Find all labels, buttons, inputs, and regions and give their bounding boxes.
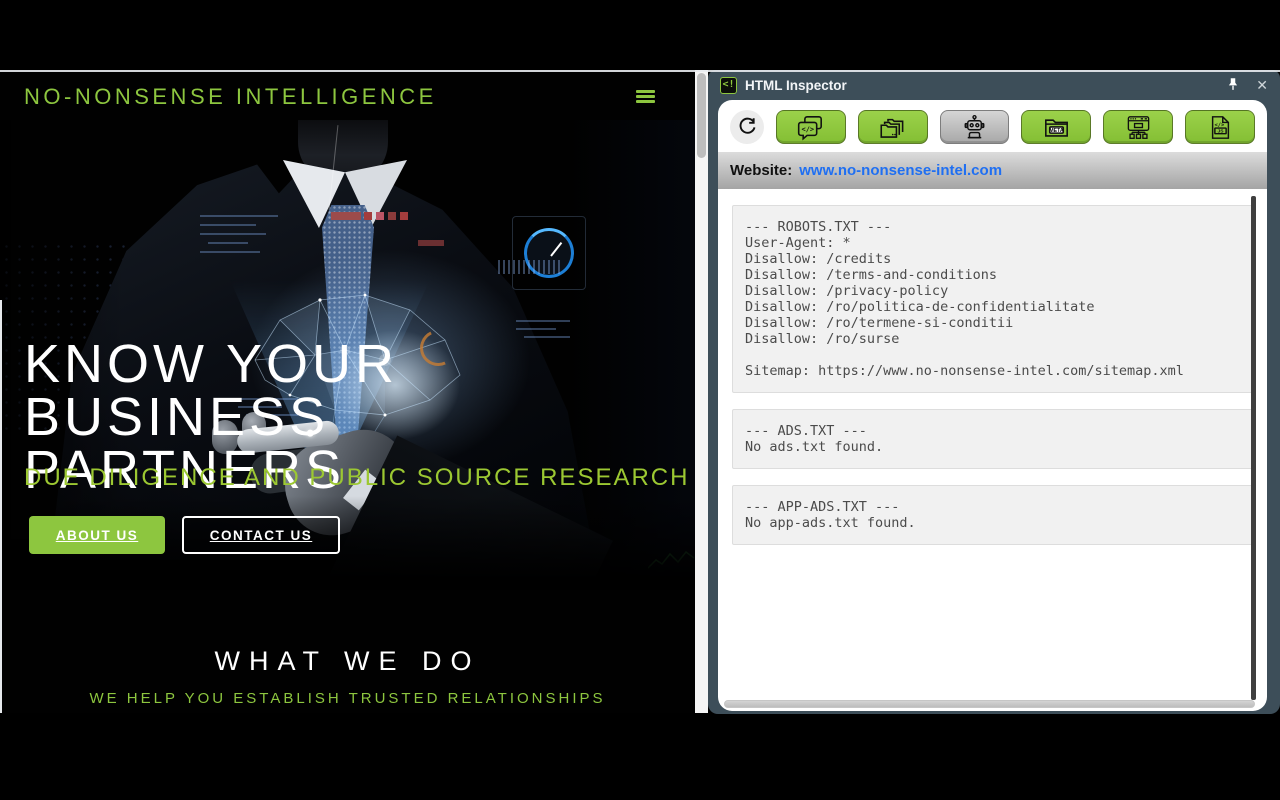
- code-chat-icon: </>: [798, 115, 823, 140]
- folders-icon: [880, 118, 904, 138]
- svg-text:JS: JS: [1217, 128, 1224, 134]
- app-ads-txt-text: --- APP-ADS.TXT --- No app-ads.txt found…: [745, 499, 916, 531]
- sitemap-icon: [1127, 115, 1150, 139]
- what-we-do-title: WHAT WE DO: [214, 646, 481, 676]
- hero-heading-line1: KNOW YOUR BUSINESS: [24, 334, 399, 447]
- website-row: Website: www.no-nonsense-intel.com: [718, 152, 1267, 189]
- window-top-edge: [0, 70, 1280, 72]
- website-page: NO-NONSENSE INTELLIGENCE KNOW YOUR BUSIN…: [0, 70, 695, 713]
- website-url-link[interactable]: www.no-nonsense-intel.com: [799, 162, 1002, 179]
- files-button[interactable]: [857, 110, 928, 144]
- hamburger-menu-icon[interactable]: [636, 90, 655, 103]
- meta-button[interactable]: META: [1021, 110, 1092, 144]
- sitemap-button[interactable]: [1103, 110, 1174, 144]
- robots-txt-text: --- ROBOTS.TXT --- User-Agent: * Disallo…: [745, 219, 1184, 379]
- inspector-panel: <! HTML Inspector ✕ </> META </> JS Webs…: [708, 70, 1280, 714]
- scripts-button[interactable]: </> JS: [1185, 110, 1255, 144]
- robots-button[interactable]: [939, 110, 1010, 144]
- app-ads-txt-section: --- APP-ADS.TXT --- No app-ads.txt found…: [732, 485, 1253, 545]
- refresh-button[interactable]: [730, 110, 764, 144]
- inspector-content: --- ROBOTS.TXT --- User-Agent: * Disallo…: [718, 189, 1267, 545]
- site-brand: NO-NONSENSE INTELLIGENCE: [24, 84, 437, 109]
- meta-folder-icon: META: [1044, 118, 1068, 137]
- js-file-icon: </> JS: [1211, 115, 1229, 139]
- contact-us-button[interactable]: CONTACT US: [182, 516, 340, 554]
- page-scrollbar-thumb[interactable]: [697, 73, 706, 158]
- app-logo-icon: <!: [720, 76, 737, 94]
- hero-buttons: ABOUT US CONTACT US: [29, 516, 340, 554]
- inspector-body: </> META </> JS Website: www.no-nonsense…: [718, 100, 1267, 711]
- website-label: Website:: [730, 162, 793, 179]
- inspector-titlebar: <! HTML Inspector ✕: [708, 70, 1280, 100]
- about-us-button[interactable]: ABOUT US: [29, 516, 165, 554]
- pin-icon[interactable]: [1224, 76, 1242, 94]
- page-scrollbar-track[interactable]: [695, 70, 708, 713]
- vertical-scrollbar[interactable]: [1251, 196, 1256, 700]
- inspector-toolbar: </> META </> JS: [718, 100, 1267, 152]
- screen-content: NO-NONSENSE INTELLIGENCE KNOW YOUR BUSIN…: [0, 70, 1280, 714]
- ads-txt-section: --- ADS.TXT --- No ads.txt found.: [732, 409, 1253, 469]
- refresh-icon: [739, 117, 756, 134]
- window-left-edge: [0, 300, 2, 713]
- svg-text:META: META: [1049, 127, 1064, 133]
- inspector-title: HTML Inspector: [745, 77, 847, 93]
- robots-txt-section: --- ROBOTS.TXT --- User-Agent: * Disallo…: [732, 205, 1253, 393]
- what-we-do-subtitle: WE HELP YOU ESTABLISH TRUSTED RELATIONSH…: [89, 690, 606, 707]
- code-chat-button[interactable]: </>: [776, 110, 846, 144]
- close-icon[interactable]: ✕: [1256, 77, 1268, 94]
- robot-icon: [964, 114, 985, 138]
- ads-txt-text: --- ADS.TXT --- No ads.txt found.: [745, 423, 884, 455]
- horizontal-scrollbar[interactable]: [724, 700, 1255, 708]
- hero-subheading: DUE DILIGENCE AND PUBLIC SOURCE RESEARCH…: [24, 464, 695, 491]
- svg-text:</>: </>: [802, 125, 815, 133]
